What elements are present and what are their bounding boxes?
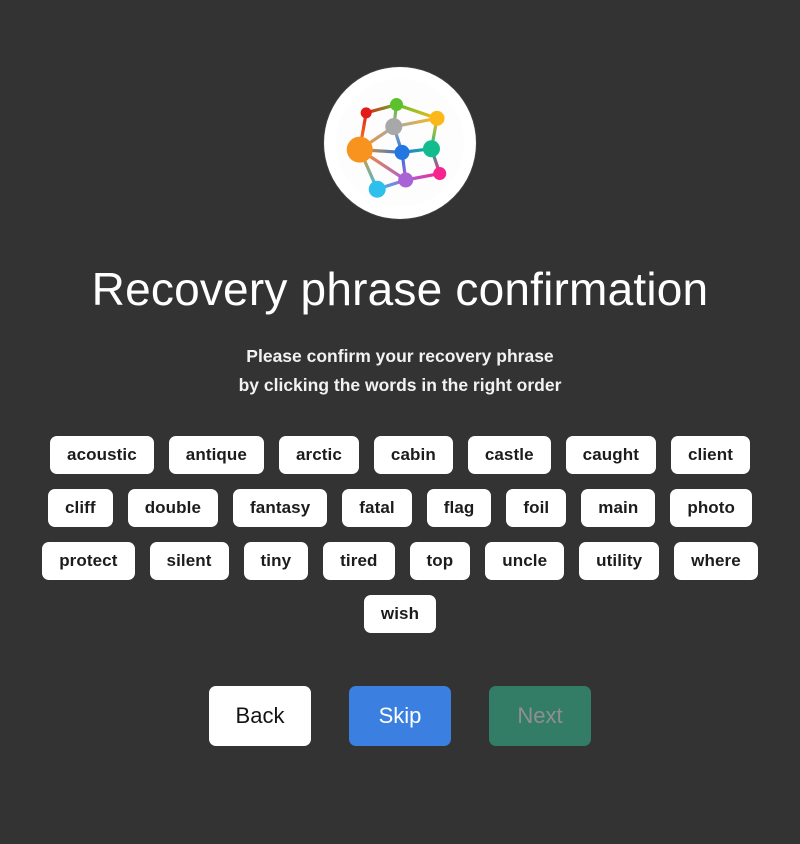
- recovery-phrase-confirmation-screen: Recovery phrase confirmation Please conf…: [0, 0, 800, 844]
- word-row: protect silent tiny tired top uncle utility whe…: [42, 541, 758, 580]
- logo-face: [336, 79, 464, 207]
- word-chip-arctic[interactable]: arctic: [278, 435, 359, 474]
- app-logo: [324, 67, 476, 219]
- word-chip-cabin[interactable]: cabin: [373, 435, 453, 474]
- back-button[interactable]: Back: [209, 685, 311, 746]
- word-grid: acoustic antique arctic cabin castle caught cl…: [42, 435, 758, 648]
- word-chip-where[interactable]: where: [674, 541, 758, 580]
- word-chip-photo[interactable]: photo: [670, 488, 753, 527]
- logo-node-teal: [422, 140, 440, 158]
- word-chip-wish[interactable]: wish: [363, 594, 437, 633]
- word-chip-fatal[interactable]: fatal: [342, 488, 412, 527]
- word-chip-double[interactable]: double: [127, 488, 219, 527]
- page-title: Recovery phrase confirmation: [91, 263, 709, 315]
- logo-node-purple: [398, 172, 414, 188]
- word-row: wish: [363, 594, 437, 633]
- action-bar: Back Skip Next: [209, 685, 591, 746]
- word-chip-top[interactable]: top: [409, 541, 471, 580]
- word-chip-castle[interactable]: castle: [467, 435, 551, 474]
- word-chip-tiny[interactable]: tiny: [243, 541, 309, 580]
- skip-button[interactable]: Skip: [349, 685, 451, 746]
- logo-node-orange: [346, 136, 373, 163]
- word-chip-silent[interactable]: silent: [149, 541, 229, 580]
- subtitle-line-2: by clicking the words in the right order: [238, 375, 562, 396]
- page-subtitle: Please confirm your recovery phrase by c…: [239, 342, 562, 401]
- logo-node-blue: [394, 144, 410, 160]
- word-chip-utility[interactable]: utility: [579, 541, 660, 580]
- logo-node-grey: [385, 118, 403, 136]
- logo-node-cyan: [368, 180, 386, 198]
- logo-node-green: [390, 98, 404, 112]
- logo-node-red: [360, 107, 372, 119]
- word-chip-cliff[interactable]: cliff: [47, 488, 113, 527]
- word-chip-flag[interactable]: flag: [426, 488, 492, 527]
- word-row: cliff double fantasy fatal flag foil main photo: [47, 488, 753, 527]
- logo-node-yellow: [429, 110, 445, 126]
- word-chip-main[interactable]: main: [581, 488, 656, 527]
- subtitle-line-1: Please confirm your recovery phrase: [246, 346, 554, 366]
- word-chip-foil[interactable]: foil: [506, 488, 567, 527]
- word-chip-acoustic[interactable]: acoustic: [50, 435, 154, 474]
- word-chip-antique[interactable]: antique: [168, 435, 264, 474]
- word-chip-caught[interactable]: caught: [565, 435, 656, 474]
- word-chip-tired[interactable]: tired: [323, 541, 395, 580]
- word-chip-uncle[interactable]: uncle: [485, 541, 565, 580]
- word-chip-client[interactable]: client: [670, 435, 750, 474]
- next-button: Next: [489, 685, 591, 746]
- network-graph-icon: [346, 98, 447, 198]
- word-chip-protect[interactable]: protect: [42, 541, 135, 580]
- word-chip-fantasy[interactable]: fantasy: [233, 488, 328, 527]
- logo-node-pink: [433, 167, 447, 181]
- word-row: acoustic antique arctic cabin castle caught cl…: [50, 435, 750, 474]
